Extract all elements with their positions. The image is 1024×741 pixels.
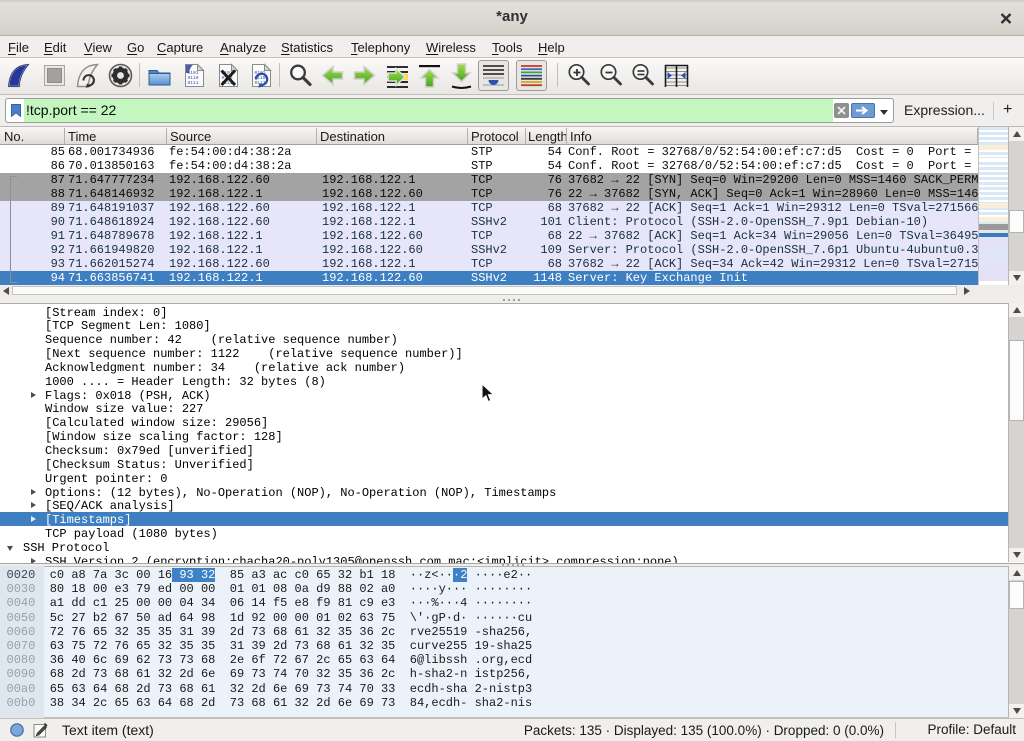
svg-text:0111: 0111 [188,80,199,86]
